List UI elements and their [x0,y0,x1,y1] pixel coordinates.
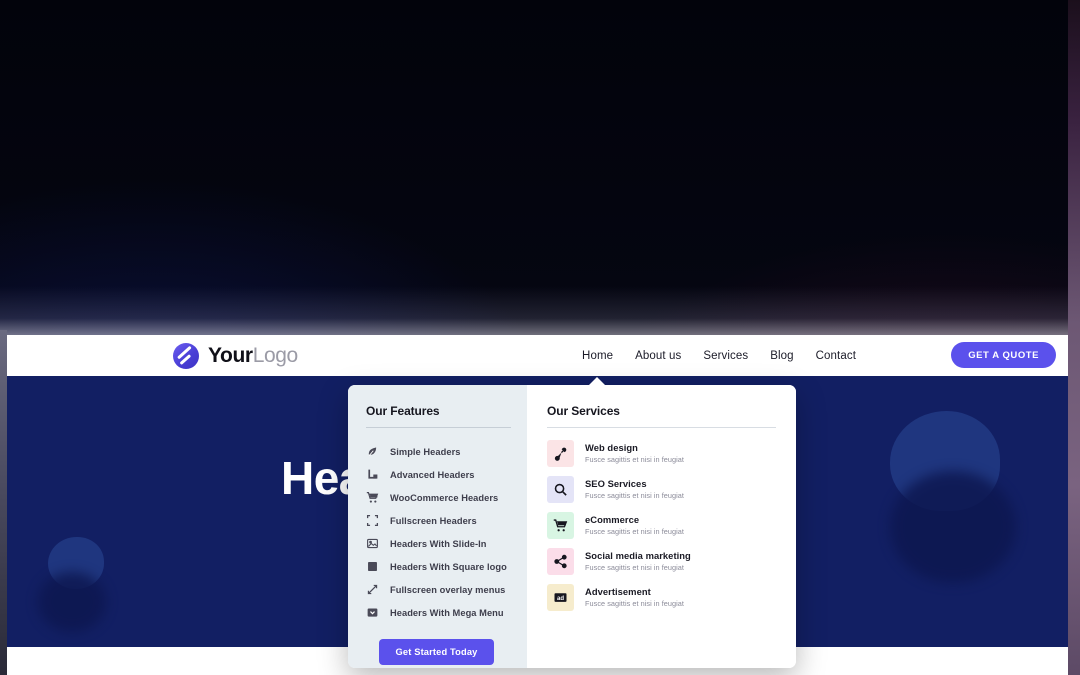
feature-label: Simple Headers [390,446,461,457]
diagonal-arrows-icon [366,583,379,596]
logo-text-light: Logo [252,344,299,367]
service-text: SEO Services Fusce sagittis et nisi in f… [585,477,684,500]
features-column: Our Features Simple Headers Advanced Hea… [348,385,527,668]
feature-label: Advanced Headers [390,469,475,480]
service-title: Social media marketing [585,549,691,561]
feature-item-fullscreen-headers[interactable]: Fullscreen Headers [366,509,511,532]
ad-badge-icon: ad [547,584,574,611]
services-column: Our Services Web design Fusce sagittis e… [527,385,796,668]
mega-menu-dropdown: Our Features Simple Headers Advanced Hea… [348,385,796,668]
filled-square-icon [366,560,379,573]
feature-item-headers-with-mega-menu[interactable]: Headers With Mega Menu [366,601,511,624]
feature-label: Headers With Mega Menu [390,607,504,618]
feature-item-advanced-headers[interactable]: Advanced Headers [366,463,511,486]
features-title: Our Features [366,404,440,418]
services-list: Web design Fusce sagittis et nisi in feu… [547,440,776,611]
corner-bottom-left-icon [366,468,379,481]
shopping-cart-icon [366,491,379,504]
nav-item-contact[interactable]: Contact [816,350,856,362]
services-divider [547,427,776,428]
service-title: eCommerce [585,513,640,525]
backdrop-glow [0,286,1080,338]
service-desc: Fusce sagittis et nisi in feugiat [585,490,684,500]
leaf-icon [366,445,379,458]
service-desc: Fusce sagittis et nisi in feugiat [585,562,684,572]
dropdown-caret-icon [588,377,606,386]
service-item-web-design[interactable]: Web design Fusce sagittis et nisi in feu… [547,440,776,467]
site-header: YourLogo Home About us Services Blog Con… [7,335,1068,376]
shopping-cart-icon [547,512,574,539]
page-root: Hea YourLogo Home About us Services Blog… [0,0,1080,675]
feature-label: Headers With Square logo [390,561,507,572]
decorative-circle-right-2 [890,471,1016,583]
logo-text-bold: Your [208,344,253,367]
service-desc: Fusce sagittis et nisi in feugiat [585,598,684,608]
service-text: Social media marketing Fusce sagittis et… [585,549,691,572]
feature-label: Fullscreen Headers [390,515,477,526]
get-started-today-button[interactable]: Get Started Today [379,639,494,665]
feature-label: Fullscreen overlay menus [390,584,506,595]
service-item-social-media-marketing[interactable]: Social media marketing Fusce sagittis et… [547,548,776,575]
logo[interactable]: YourLogo [173,342,298,369]
main-nav: Home About us Services Blog Contact [582,350,856,362]
dropdown-box-icon [366,606,379,619]
features-divider [366,427,511,428]
share-nodes-icon [547,548,574,575]
service-text: eCommerce Fusce sagittis et nisi in feug… [585,513,684,536]
features-list: Simple Headers Advanced Headers WooComme… [366,440,511,624]
fullscreen-corners-icon [366,514,379,527]
nav-item-services[interactable]: Services [703,350,748,362]
decorative-circle-left-2 [38,572,106,632]
service-title: Web design [585,441,638,453]
feature-item-headers-with-slide-in[interactable]: Headers With Slide-In [366,532,511,555]
logo-swirl-icon [173,342,199,369]
service-title: SEO Services [585,477,647,489]
services-title: Our Services [547,404,620,418]
feature-item-woocommerce-headers[interactable]: WooCommerce Headers [366,486,511,509]
svg-text:ad: ad [557,596,564,602]
feature-item-fullscreen-overlay-menus[interactable]: Fullscreen overlay menus [366,578,511,601]
nav-item-blog[interactable]: Blog [770,350,793,362]
service-text: Advertisement Fusce sagittis et nisi in … [585,585,684,608]
logo-text: YourLogo [208,345,298,366]
service-title: Advertisement [585,585,651,597]
feature-item-simple-headers[interactable]: Simple Headers [366,440,511,463]
get-a-quote-button[interactable]: GET A QUOTE [951,342,1056,368]
feature-label: WooCommerce Headers [390,492,499,503]
magnifier-icon [547,476,574,503]
service-desc: Fusce sagittis et nisi in feugiat [585,454,684,464]
image-icon [366,537,379,550]
feature-item-headers-with-square-logo[interactable]: Headers With Square logo [366,555,511,578]
pen-nib-icon [547,440,574,467]
service-item-seo-services[interactable]: SEO Services Fusce sagittis et nisi in f… [547,476,776,503]
nav-item-home[interactable]: Home [582,350,613,362]
service-desc: Fusce sagittis et nisi in feugiat [585,526,684,536]
service-item-advertisement[interactable]: ad Advertisement Fusce sagittis et nisi … [547,584,776,611]
service-item-ecommerce[interactable]: eCommerce Fusce sagittis et nisi in feug… [547,512,776,539]
nav-item-about-us[interactable]: About us [635,350,681,362]
service-text: Web design Fusce sagittis et nisi in feu… [585,441,684,464]
window-frame-left-edge [0,330,7,675]
feature-label: Headers With Slide-In [390,538,487,549]
window-frame-right-edge [1068,0,1080,675]
